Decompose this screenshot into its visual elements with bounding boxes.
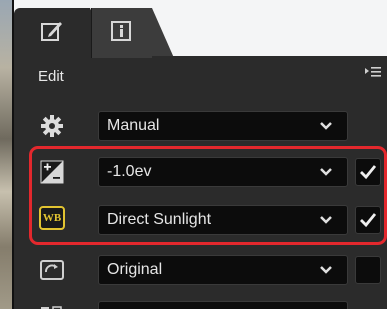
tab-info[interactable] — [91, 8, 174, 58]
next-row-dropdown[interactable] — [98, 301, 348, 309]
info-icon — [110, 20, 134, 47]
panel-title: Edit — [38, 68, 64, 85]
photo-preview-strip — [0, 0, 14, 309]
picture-control-icon — [39, 258, 65, 282]
gear-icon — [39, 114, 65, 138]
chevron-down-icon — [320, 122, 332, 130]
picture-control-checkbox[interactable] — [355, 256, 381, 284]
tab-divider — [152, 56, 387, 58]
picture-control-dropdown[interactable]: Original — [98, 255, 348, 285]
chevron-down-icon — [320, 266, 332, 274]
panel-menu-icon[interactable] — [365, 66, 381, 81]
next-row-icon — [39, 300, 65, 309]
highlight-box — [29, 146, 387, 245]
edit-pencil-icon — [40, 20, 64, 47]
tab-edit[interactable] — [14, 8, 112, 58]
picture-control-value: Original — [107, 261, 163, 278]
mode-value: Manual — [107, 117, 160, 134]
mode-dropdown[interactable]: Manual — [98, 111, 348, 141]
